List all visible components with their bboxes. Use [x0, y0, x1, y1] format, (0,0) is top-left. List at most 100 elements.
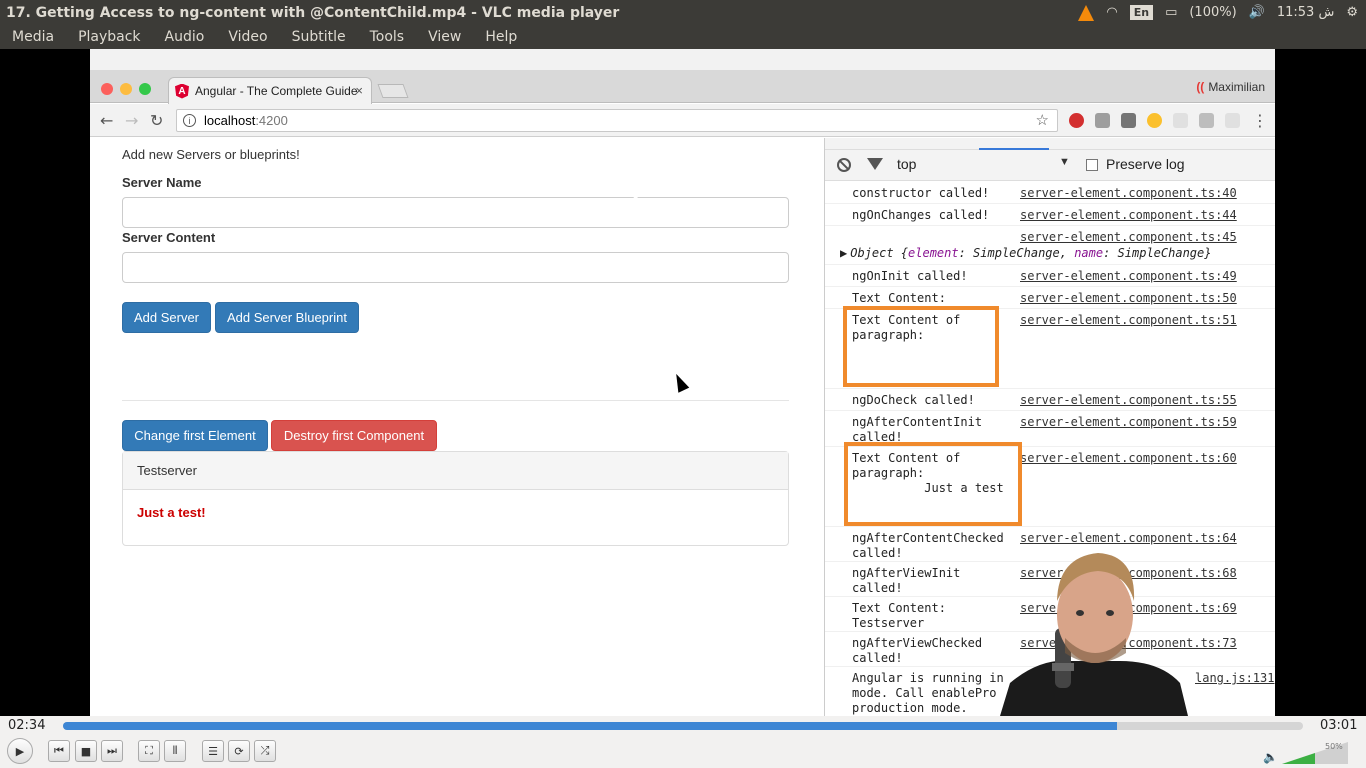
- maximize-window-dot[interactable]: [139, 83, 151, 95]
- menu-audio[interactable]: Audio: [153, 29, 217, 45]
- console-text: ngAfterViewInit called!: [852, 566, 961, 595]
- context-selector[interactable]: top: [897, 156, 916, 172]
- profile-name: Maximilian: [1208, 80, 1265, 94]
- play-icon[interactable]: ▶: [7, 738, 33, 764]
- reload-icon[interactable]: ↻: [150, 111, 163, 130]
- object-key-element: element: [908, 246, 959, 260]
- add-server-blueprint-button[interactable]: Add Server Blueprint: [215, 302, 359, 333]
- filter-icon[interactable]: [867, 158, 883, 170]
- panel-heading: Testserver: [123, 452, 788, 490]
- menu-tools[interactable]: Tools: [358, 29, 417, 45]
- menu-subtitle[interactable]: Subtitle: [280, 29, 358, 45]
- console-text: ngAfterContentInit called!: [852, 415, 983, 444]
- menu-view[interactable]: View: [416, 29, 473, 45]
- settings-gear-icon[interactable]: ⚙: [1346, 5, 1358, 20]
- console-text: Text Content:: [852, 291, 946, 305]
- console-source-link[interactable]: server-element.component.ts:45: [1020, 230, 1237, 244]
- console-source-link[interactable]: server-element.component.ts:40: [1020, 186, 1237, 200]
- devtools-tabbar: [825, 138, 1275, 150]
- volume-icon[interactable]: 🔊: [1249, 5, 1265, 20]
- console-source-link[interactable]: server-element.component.ts:44: [1020, 208, 1237, 222]
- profile-button[interactable]: ((Maximilian: [1196, 80, 1265, 94]
- console-message: ngDoCheck called! server-element.compone…: [825, 389, 1275, 411]
- console-text: ngOnChanges called!: [852, 208, 990, 222]
- server-content-input[interactable]: [122, 252, 789, 283]
- object-preview[interactable]: ▶ Object {element: SimpleChange, name: Si…: [840, 246, 1212, 261]
- server-content-label: Server Content: [122, 230, 216, 245]
- seek-bar[interactable]: [63, 722, 1303, 730]
- keyboard-layout-indicator[interactable]: En: [1129, 5, 1154, 20]
- url-port: :4200: [255, 113, 288, 128]
- console-message: server-element.component.ts:45 ▶ Object {…: [825, 226, 1275, 265]
- loop-icon[interactable]: ⟳: [228, 740, 250, 762]
- server-name-input[interactable]: [122, 197, 789, 228]
- console-message: ngOnChanges called! server-element.compo…: [825, 204, 1275, 226]
- clear-console-icon[interactable]: [837, 158, 851, 172]
- playlist-icon[interactable]: ☰: [202, 740, 224, 762]
- address-bar[interactable]: i localhost:4200 ☆: [176, 109, 1058, 132]
- add-server-button[interactable]: Add Server: [122, 302, 211, 333]
- browser-tab-active[interactable]: A Angular - The Complete Guide ×: [168, 77, 372, 104]
- browser-toolbar: ← → ↻ i localhost:4200 ☆ ⋮: [90, 104, 1275, 137]
- forward-arrow-icon[interactable]: →: [125, 111, 138, 130]
- back-arrow-icon[interactable]: ←: [100, 111, 113, 130]
- close-window-dot[interactable]: [101, 83, 113, 95]
- shuffle-icon[interactable]: ⤮: [254, 740, 276, 762]
- console-source-link[interactable]: server-element.component.ts:50: [1020, 291, 1237, 305]
- console-source-link[interactable]: lang.js:131: [1195, 671, 1274, 685]
- destroy-first-component-button[interactable]: Destroy first Component: [271, 420, 437, 451]
- console-text: Text Content: Testserver: [852, 601, 946, 630]
- vlc-cone-icon[interactable]: [1078, 4, 1095, 21]
- bookmark-star-icon[interactable]: ☆: [1036, 111, 1049, 129]
- kebab-menu-icon[interactable]: ⋮: [1252, 111, 1268, 130]
- new-tab-button[interactable]: [377, 84, 409, 98]
- tab-close-icon[interactable]: ×: [355, 83, 363, 98]
- mouse-cursor-icon-2: [670, 371, 690, 393]
- context-dropdown-icon[interactable]: ▼: [1059, 156, 1070, 168]
- console-source-link[interactable]: server-element.component.ts:51: [1020, 313, 1237, 327]
- toggle-extension-icon[interactable]: [1225, 113, 1240, 128]
- eyedropper-extension-icon[interactable]: [1095, 113, 1110, 128]
- presenter-webcam-overlay: [1000, 553, 1188, 716]
- menu-help[interactable]: Help: [473, 29, 529, 45]
- stop-icon[interactable]: ■: [75, 740, 97, 762]
- angular-app: Add new Servers or blueprints! Server Na…: [90, 138, 824, 716]
- console-source-link[interactable]: server-element.component.ts:55: [1020, 393, 1237, 407]
- console-message: ngOnInit called! server-element.componen…: [825, 265, 1275, 287]
- console-source-link[interactable]: server-element.component.ts:59: [1020, 415, 1237, 429]
- object-value-2: : SimpleChange}: [1103, 246, 1212, 260]
- change-first-element-button[interactable]: Change first Element: [122, 420, 268, 451]
- menu-playback[interactable]: Playback: [66, 29, 152, 45]
- preserve-log-checkbox[interactable]: [1086, 159, 1098, 171]
- next-icon[interactable]: ⏭: [101, 740, 123, 762]
- total-time[interactable]: 03:01: [1320, 718, 1357, 733]
- speaker-icon[interactable]: 🔈: [1263, 750, 1278, 764]
- opera-extension-icon[interactable]: [1069, 113, 1084, 128]
- extension-icon[interactable]: [1121, 113, 1136, 128]
- vue-extension-icon[interactable]: [1199, 113, 1214, 128]
- extended-settings-icon[interactable]: ⫴: [164, 740, 186, 762]
- moon-extension-icon[interactable]: [1147, 113, 1162, 128]
- grid-extension-icon[interactable]: [1173, 113, 1188, 128]
- minimize-window-dot[interactable]: [120, 83, 132, 95]
- wifi-icon[interactable]: ◠: [1106, 5, 1117, 20]
- battery-percent: (100%): [1189, 5, 1237, 20]
- object-value-1: : SimpleChange,: [958, 246, 1075, 260]
- console-source-link[interactable]: server-element.component.ts:49: [1020, 269, 1237, 283]
- elapsed-time[interactable]: 02:34: [8, 718, 45, 733]
- previous-icon[interactable]: ⏮: [48, 740, 70, 762]
- console-text: ngOnInit called!: [852, 269, 968, 283]
- battery-icon[interactable]: ▭: [1165, 5, 1177, 20]
- orange-highlight-box: [843, 306, 999, 387]
- menu-video[interactable]: Video: [216, 29, 279, 45]
- clock[interactable]: ش 11:53: [1277, 5, 1334, 20]
- menu-media[interactable]: Media: [0, 29, 66, 45]
- vlc-controls: 02:34 03:01 ▶ ⏮ ■ ⏭ ⛶ ⫴ ☰ ⟳ ⤮ 🔈 50%: [0, 716, 1366, 768]
- expand-triangle-icon[interactable]: ▶: [840, 246, 847, 260]
- console-text: ngAfterContentChecked called!: [852, 531, 1004, 560]
- fullscreen-icon[interactable]: ⛶: [138, 740, 160, 762]
- console-source-link[interactable]: server-element.component.ts:60: [1020, 451, 1237, 465]
- video-area[interactable]: A Angular - The Complete Guide × ((Maxim…: [0, 49, 1366, 716]
- site-info-icon[interactable]: i: [183, 114, 196, 127]
- window-title: 17. Getting Access to ng-content with @C…: [6, 4, 620, 21]
